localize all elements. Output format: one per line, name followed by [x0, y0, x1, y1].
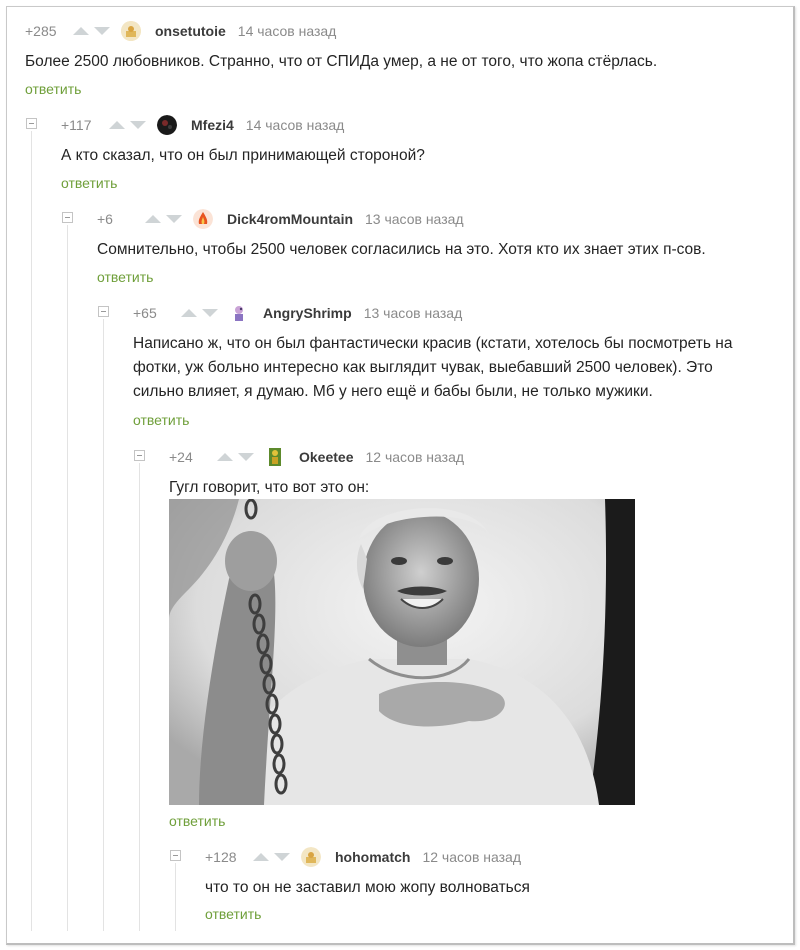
comment-text: что то он не заставил мою жопу волновать…	[205, 879, 530, 896]
username[interactable]: Dick4romMountain	[227, 211, 353, 227]
comment-header: +24 Okeetee 12 часов назад	[169, 447, 464, 467]
avatar[interactable]	[265, 447, 285, 467]
comment-header: +117 Mfezi4 14 часов назад	[61, 115, 344, 135]
arrow-up-icon[interactable]	[181, 309, 197, 317]
timestamp[interactable]: 14 часов назад	[246, 117, 345, 133]
arrow-up-icon[interactable]	[217, 453, 233, 461]
thread-line	[175, 863, 176, 931]
comment-text: Гугл говорит, что вот это он:	[169, 479, 370, 496]
arrow-up-icon[interactable]	[73, 27, 89, 35]
comment-rating: +24	[169, 449, 193, 465]
comment-text-line: сильно влияет, я думаю. Мб у него ещё и …	[133, 383, 653, 400]
username[interactable]: Mfezi4	[191, 117, 234, 133]
reply-link[interactable]: ответить	[97, 269, 153, 285]
comment-header: +6 Dick4romMountain 13 часов назад	[97, 209, 464, 229]
arrow-down-icon[interactable]	[130, 121, 146, 129]
timestamp[interactable]: 12 часов назад	[365, 449, 464, 465]
thread-line	[139, 463, 140, 931]
collapse-minus-icon[interactable]	[26, 118, 37, 129]
avatar[interactable]	[157, 115, 177, 135]
arrow-down-icon[interactable]	[94, 27, 110, 35]
reply-link[interactable]: ответить	[133, 412, 189, 428]
comment-text-line: фотки, уж больно интересно как выглядит …	[133, 359, 713, 376]
collapse-minus-icon[interactable]	[62, 212, 73, 223]
reply-link[interactable]: ответить	[205, 906, 261, 922]
comment-header: +128 hohomatch 12 часов назад	[205, 847, 521, 867]
comment-rating: +285	[25, 23, 57, 39]
comment-header: +285 onsetutoie 14 часов назад	[25, 21, 336, 41]
thread-line	[31, 131, 32, 931]
comment-rating: +117	[61, 117, 92, 133]
comment-text: Написано ж, что он был фантастически кра…	[133, 332, 793, 404]
arrow-down-icon[interactable]	[238, 453, 254, 461]
timestamp[interactable]: 14 часов назад	[238, 23, 337, 39]
comment-header: +65 AngryShrimp 13 часов назад	[133, 303, 462, 323]
arrow-up-icon[interactable]	[109, 121, 125, 129]
thread-line	[67, 225, 68, 931]
timestamp[interactable]: 12 часов назад	[422, 849, 521, 865]
comment-text: Более 2500 любовников. Странно, что от С…	[25, 53, 658, 70]
comment-rating: +65	[133, 305, 157, 321]
reply-link[interactable]: ответить	[25, 81, 81, 97]
arrow-down-icon[interactable]	[202, 309, 218, 317]
collapse-minus-icon[interactable]	[134, 450, 145, 461]
comment-text: Сомнительно, чтобы 2500 человек согласил…	[97, 241, 706, 258]
thread-line	[103, 319, 104, 931]
comment-text-line: Написано ж, что он был фантастически кра…	[133, 335, 733, 352]
avatar[interactable]	[301, 847, 321, 867]
reply-link[interactable]: ответить	[169, 813, 225, 829]
arrow-down-icon[interactable]	[274, 853, 290, 861]
collapse-minus-icon[interactable]	[98, 306, 109, 317]
timestamp[interactable]: 13 часов назад	[365, 211, 464, 227]
attached-photo[interactable]	[169, 499, 635, 805]
reply-link[interactable]: ответить	[61, 175, 117, 191]
avatar[interactable]	[121, 21, 141, 41]
avatar[interactable]	[193, 209, 213, 229]
username[interactable]: Okeetee	[299, 449, 353, 465]
arrow-up-icon[interactable]	[145, 215, 161, 223]
comment-rating: +128	[205, 849, 237, 865]
avatar[interactable]	[229, 303, 249, 323]
timestamp[interactable]: 13 часов назад	[364, 305, 463, 321]
arrow-down-icon[interactable]	[166, 215, 182, 223]
username[interactable]: AngryShrimp	[263, 305, 352, 321]
comment-text: А кто сказал, что он был принимающей сто…	[61, 147, 425, 164]
arrow-up-icon[interactable]	[253, 853, 269, 861]
username[interactable]: hohomatch	[335, 849, 410, 865]
collapse-minus-icon[interactable]	[170, 850, 181, 861]
comment-rating: +6	[97, 211, 113, 227]
username[interactable]: onsetutoie	[155, 23, 226, 39]
